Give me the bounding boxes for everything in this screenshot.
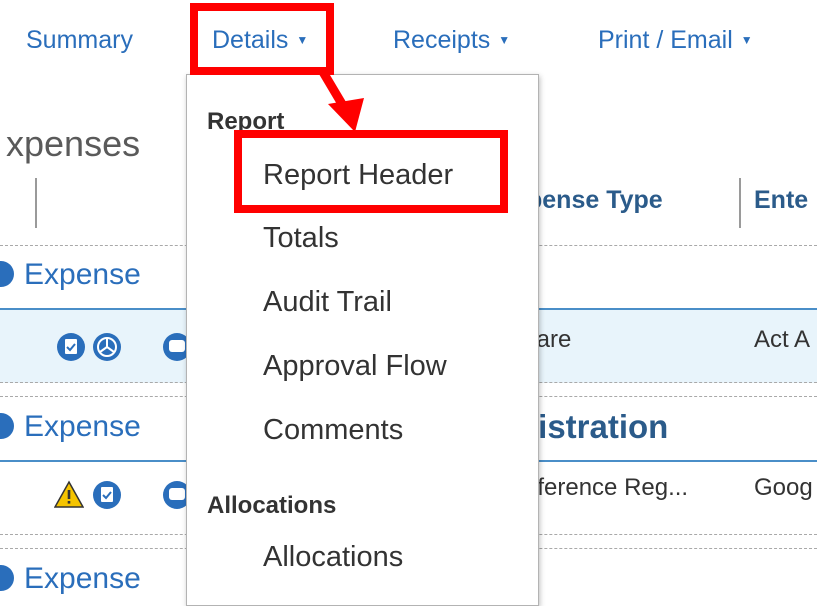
group-header[interactable]: Expense (0, 258, 141, 292)
group-header-title: gistration (518, 408, 669, 445)
column-header-entered[interactable]: Ente (754, 186, 808, 215)
warning-icon[interactable] (54, 480, 84, 510)
menu-item-comments[interactable]: Comments (263, 414, 403, 447)
nav-receipts-menu[interactable]: Receipts ▼ (393, 26, 510, 55)
caret-down-icon: ▼ (498, 33, 511, 47)
group-header-label: Expense (24, 562, 141, 595)
top-nav: Summary Details ▼ Receipts ▼ Print / Email… (0, 0, 817, 80)
nav-print-email-label: Print / Email (598, 26, 733, 54)
menu-item-approval-flow[interactable]: Approval Flow (263, 350, 447, 383)
group-header[interactable]: Expense (0, 410, 141, 444)
collapse-icon (0, 413, 14, 439)
group-header[interactable]: Expense (0, 562, 141, 596)
menu-item-audit-trail[interactable]: Audit Trail (263, 286, 392, 319)
highlight-box-report-header (234, 130, 508, 213)
page-title: xpenses (6, 123, 141, 164)
cell-entered: Goog (754, 474, 813, 501)
nav-print-email-menu[interactable]: Print / Email ▼ (598, 26, 753, 55)
caret-down-icon: ▼ (740, 33, 753, 47)
itemized-icon[interactable] (92, 332, 122, 362)
menu-item-allocations[interactable]: Allocations (263, 541, 403, 574)
group-header-label: Expense (24, 258, 141, 291)
nav-summary[interactable]: Summary (26, 26, 133, 55)
cell-entered: Act A (754, 326, 811, 353)
column-divider (739, 178, 741, 228)
group-header-label: Expense (24, 410, 141, 443)
menu-item-totals[interactable]: Totals (263, 222, 339, 255)
receipt-icon[interactable] (56, 332, 86, 362)
cell-expense-type: nference Reg... (524, 474, 689, 501)
nav-receipts-label: Receipts (393, 26, 491, 54)
collapse-icon (0, 565, 14, 591)
nav-summary-label: Summary (26, 26, 133, 54)
receipt-icon[interactable] (92, 480, 122, 510)
menu-section-allocations: Allocations (207, 492, 337, 519)
collapse-icon (0, 261, 14, 287)
column-divider (35, 178, 37, 228)
highlight-box-details (190, 3, 334, 75)
column-header-expense-type[interactable]: pense Type (527, 186, 663, 215)
